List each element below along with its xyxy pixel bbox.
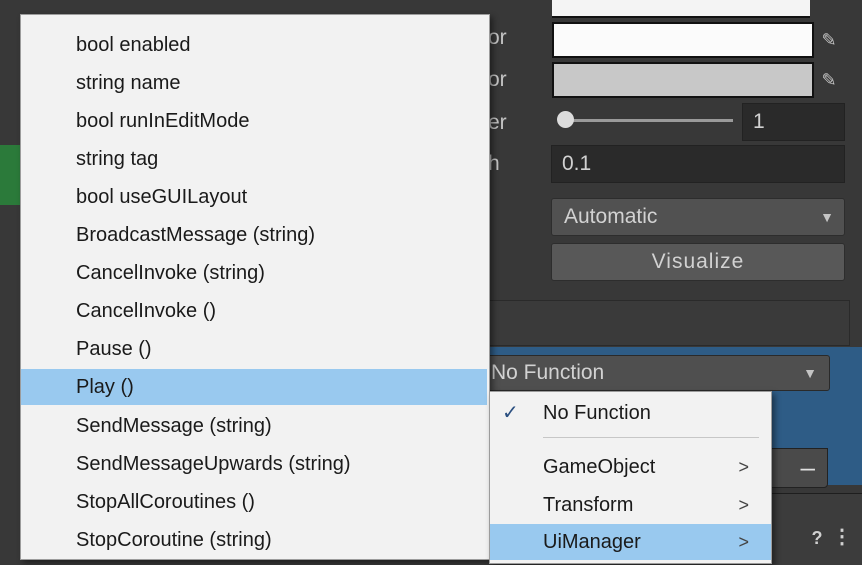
menu-item-stopcoroutine[interactable]: StopCoroutine (string) [21,522,487,558]
menu-item-cancelinvoke[interactable]: CancelInvoke () [21,293,487,329]
chevron-right-icon: > [738,532,749,552]
slider-track[interactable] [563,119,733,122]
color-field-gray[interactable] [552,62,814,98]
menu-item-string-tag[interactable]: string tag [21,141,487,177]
function-dropdown[interactable]: No Function ▼ [480,355,830,391]
submenu-item-gameobject[interactable]: GameObject > [490,449,771,485]
menu-item-pause[interactable]: Pause () [21,331,487,367]
slider-label: er [488,111,507,134]
checkmark-icon: ✓ [502,402,519,424]
mode-dropdown-value: Automatic [564,205,658,228]
menu-item-play[interactable]: Play () [21,369,487,405]
function-dropdown-value: No Function [491,361,605,384]
submenu-item-no-function[interactable]: ✓ No Function [490,395,771,431]
slider-value-field[interactable]: 1 [742,103,845,141]
top-color-bar[interactable] [552,0,810,18]
chevron-down-icon: ▼ [820,209,834,225]
menu-item-bool-useguilayout[interactable]: bool useGUILayout [21,179,487,215]
menu-item-string-name[interactable]: string name [21,65,487,101]
chevron-right-icon: > [738,457,749,477]
menu-item-stopallcoroutines[interactable]: StopAllCoroutines () [21,484,487,520]
slider-handle[interactable] [557,111,574,128]
numeric-field[interactable]: 0.1 [551,145,845,183]
eyedropper-icon-2[interactable]: ✎ [814,65,844,95]
eyedropper-icon[interactable]: ✎ [814,25,844,55]
menu-item-bool-enabled[interactable]: bool enabled [21,27,487,63]
submenu-item-label: UiManager [543,531,641,553]
submenu-separator [543,437,759,438]
help-icon[interactable]: ? [806,527,828,549]
object-field[interactable] [480,300,850,346]
menu-item-broadcastmessage[interactable]: BroadcastMessage (string) [21,217,487,253]
mode-dropdown[interactable]: Automatic ▼ [551,198,845,236]
color-label-1: or [488,26,507,49]
submenu-item-label: Transform [543,494,634,516]
menu-item-bool-runineditmode[interactable]: bool runInEditMode [21,103,487,139]
chevron-right-icon: > [738,495,749,515]
color-label-2: or [488,68,507,91]
menu-item-sendmessageupwards[interactable]: SendMessageUpwards (string) [21,446,487,482]
submenu-item-label: GameObject [543,456,656,478]
color-field-white[interactable] [552,22,814,58]
object-submenu: ✓ No Function GameObject > Transform > U… [489,391,772,564]
function-popup-menu: bool enabled string name bool runInEditM… [20,14,490,560]
left-edge-green-swatch [0,145,20,205]
remove-button[interactable]: – [766,448,828,488]
submenu-item-transform[interactable]: Transform > [490,487,771,523]
submenu-item-label: No Function [543,402,651,424]
submenu-item-uimanager[interactable]: UiManager > [490,524,771,560]
visualize-button[interactable]: Visualize [551,243,845,281]
more-options-icon[interactable]: ⋮ [832,524,852,550]
menu-item-cancelinvoke-string[interactable]: CancelInvoke (string) [21,255,487,291]
menu-item-sendmessage[interactable]: SendMessage (string) [21,408,487,444]
chevron-down-icon: ▼ [803,365,817,381]
